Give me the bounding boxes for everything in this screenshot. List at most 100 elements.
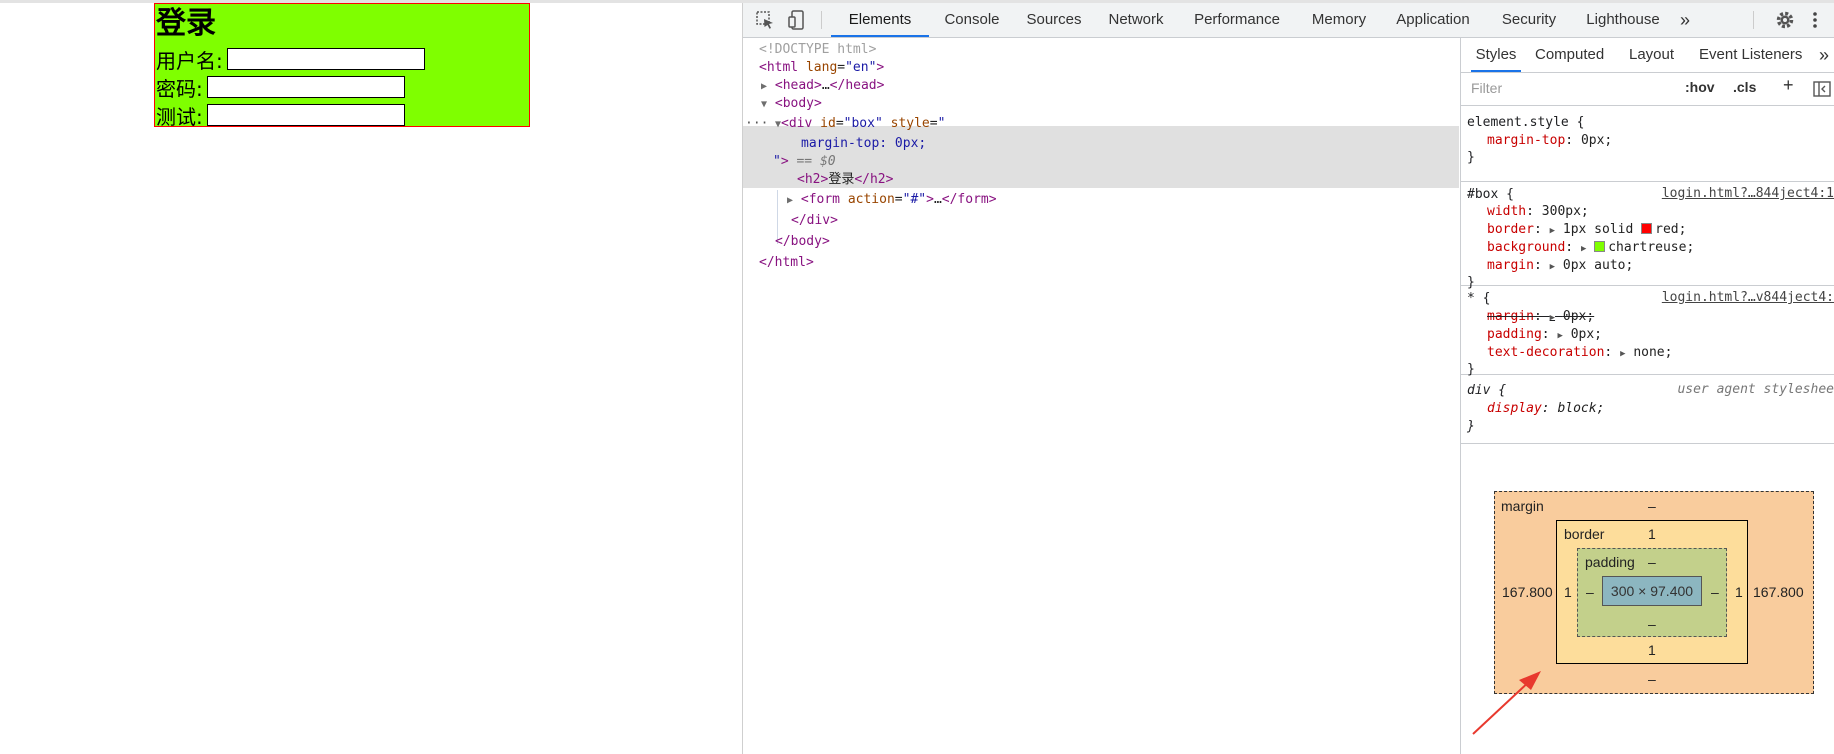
padding-bottom-value[interactable]: – — [1648, 616, 1656, 632]
styles-filter-input[interactable]: Filter — [1467, 77, 1683, 99]
element-style-prop[interactable]: margin-top: 0px; — [1487, 132, 1612, 150]
color-swatch-red[interactable] — [1641, 223, 1653, 234]
prop-value: 0px; — [1562, 309, 1595, 324]
div-tag-name: div — [788, 116, 813, 131]
expand-triangle-icon[interactable]: ▶ — [1581, 244, 1586, 254]
tab-sources[interactable]: Sources — [1015, 3, 1093, 37]
class-toggle[interactable]: .cls — [1733, 79, 1756, 95]
subtabs-more-chevron-icon[interactable]: » — [1819, 38, 1829, 72]
rule-universal: * { login.html?…v844ject4: margin: ▶ 0px… — [1461, 286, 1834, 377]
dom-body-node[interactable]: ▼ <body> — [761, 93, 822, 114]
expand-triangle-icon[interactable]: ▶ — [1620, 349, 1625, 359]
border-left-value[interactable]: 1 — [1564, 584, 1572, 600]
subtab-layout[interactable]: Layout — [1629, 38, 1674, 72]
box-source-link[interactable]: login.html?…844ject4:1 — [1662, 186, 1834, 201]
dom-html-close[interactable]: </html> — [759, 252, 814, 273]
padding-left-value[interactable]: – — [1586, 584, 1594, 600]
div-selector[interactable]: div { — [1467, 382, 1506, 400]
expand-arrow-icon[interactable]: ▶ — [761, 81, 767, 92]
h2-close-tag-name: h2 — [869, 172, 886, 187]
html-tag-name: html — [766, 60, 799, 75]
head-tag-name: head — [782, 78, 814, 93]
div-prop-display[interactable]: display: block; — [1487, 400, 1604, 418]
box-prop-background[interactable]: background: ▶ chartreuse; — [1487, 239, 1694, 257]
expand-triangle-icon[interactable]: ▶ — [1550, 226, 1555, 236]
color-swatch-chartreuse[interactable] — [1594, 241, 1606, 252]
username-row: 用户名: — [156, 46, 425, 73]
dom-div-close[interactable]: </div> — [791, 210, 838, 231]
hover-state-toggle[interactable]: :hov — [1685, 79, 1715, 95]
form-close-tag-name: form — [957, 192, 989, 207]
test-row: 测试: — [156, 102, 405, 129]
subtab-event-listeners[interactable]: Event Listeners — [1699, 38, 1802, 72]
dom-body-close[interactable]: </body> — [775, 231, 830, 252]
new-style-rule-plus-icon[interactable]: + — [1783, 75, 1794, 96]
prop-value: block; — [1557, 401, 1605, 416]
box-model-content[interactable]: 300 × 97.400 — [1602, 576, 1702, 606]
border-top-value[interactable]: 1 — [1648, 526, 1656, 542]
collapse-arrow-icon[interactable]: ▼ — [761, 99, 767, 110]
annotation-arrow-icon — [1472, 671, 1541, 735]
prop-value: none; — [1633, 345, 1673, 360]
style-value-text: margin-top: 0px; — [801, 136, 927, 151]
expand-arrow-icon[interactable]: ▶ — [787, 195, 793, 206]
dom-form-node[interactable]: ▶ <form action="#">…</form> — [787, 189, 997, 210]
tab-performance[interactable]: Performance — [1179, 3, 1295, 37]
toggle-sidebar-icon[interactable] — [1813, 81, 1831, 97]
lang-attr: lang — [805, 60, 838, 75]
dom-h2-node[interactable]: <h2>登录</h2> — [797, 169, 893, 190]
id-value: "box" — [843, 116, 883, 131]
node-actions-dots-icon[interactable]: ··· — [745, 113, 768, 134]
kebab-menu-icon[interactable] — [1805, 10, 1825, 30]
box-prop-margin[interactable]: margin: ▶ 0px auto; — [1487, 257, 1633, 275]
prop-name: margin-top — [1487, 133, 1566, 148]
html-close-tag-name: html — [774, 255, 806, 270]
box-prop-width[interactable]: width: 300px; — [1487, 203, 1589, 221]
star-source-link[interactable]: login.html?…v844ject4: — [1662, 290, 1834, 305]
test-input[interactable] — [206, 104, 405, 126]
tab-elements[interactable]: Elements — [831, 3, 929, 37]
star-prop-margin-overridden[interactable]: margin: ▶ 0px; — [1487, 308, 1594, 326]
star-selector[interactable]: * { — [1467, 290, 1490, 308]
star-prop-padding[interactable]: padding: ▶ 0px; — [1487, 326, 1602, 344]
action-attr: action — [847, 192, 895, 207]
devtools-tabbar: Elements Console Sources Network Perform… — [743, 3, 1834, 38]
margin-left-value[interactable]: 167.800 — [1502, 584, 1553, 600]
border-bottom-value[interactable]: 1 — [1648, 642, 1656, 658]
device-toolbar-icon[interactable] — [787, 10, 807, 30]
dom-tree: <!DOCTYPE html> <html lang="en"> ▶ <head… — [743, 38, 1459, 754]
star-prop-text-decoration[interactable]: text-decoration: ▶ none; — [1487, 344, 1672, 362]
padding-right-value[interactable]: – — [1711, 584, 1719, 600]
border-right-value[interactable]: 1 — [1735, 584, 1743, 600]
more-tabs-chevron-icon[interactable]: » — [1673, 3, 1697, 37]
margin-right-value[interactable]: 167.800 — [1753, 584, 1804, 600]
margin-bottom-value[interactable]: – — [1648, 671, 1656, 687]
gear-icon[interactable] — [1775, 10, 1795, 30]
tab-lighthouse[interactable]: Lighthouse — [1575, 3, 1671, 37]
div-close: } — [1467, 419, 1475, 434]
password-input[interactable] — [206, 76, 405, 98]
margin-top-value[interactable]: – — [1648, 498, 1656, 514]
padding-top-value[interactable]: – — [1648, 554, 1656, 570]
subtab-styles[interactable]: Styles — [1471, 38, 1521, 72]
tab-memory[interactable]: Memory — [1299, 3, 1379, 37]
element-style-selector[interactable]: element.style { — [1467, 114, 1584, 132]
username-input[interactable] — [226, 48, 425, 70]
dom-div-box-node[interactable]: ▼<div id="box" style=" — [775, 113, 945, 134]
expand-triangle-icon[interactable]: ▶ — [1557, 331, 1562, 341]
expand-triangle-icon[interactable]: ▶ — [1550, 262, 1555, 272]
subtab-computed[interactable]: Computed — [1535, 38, 1604, 72]
doctype-text: <!DOCTYPE html> — [759, 42, 877, 57]
expand-triangle-icon[interactable]: ▶ — [1550, 313, 1555, 323]
lang-value: "en" — [845, 60, 877, 75]
tab-application[interactable]: Application — [1383, 3, 1483, 37]
body-close-tag-name: body — [790, 234, 822, 249]
tab-network[interactable]: Network — [1097, 3, 1175, 37]
box-selector[interactable]: #box { — [1467, 186, 1514, 204]
div-close-tag-name: div — [806, 213, 831, 228]
inspect-element-icon[interactable] — [755, 10, 775, 30]
box-prop-border[interactable]: border: ▶ 1px solid red; — [1487, 221, 1686, 239]
tab-console[interactable]: Console — [933, 3, 1011, 37]
form-tag-name: form — [808, 192, 840, 207]
tab-security[interactable]: Security — [1487, 3, 1571, 37]
